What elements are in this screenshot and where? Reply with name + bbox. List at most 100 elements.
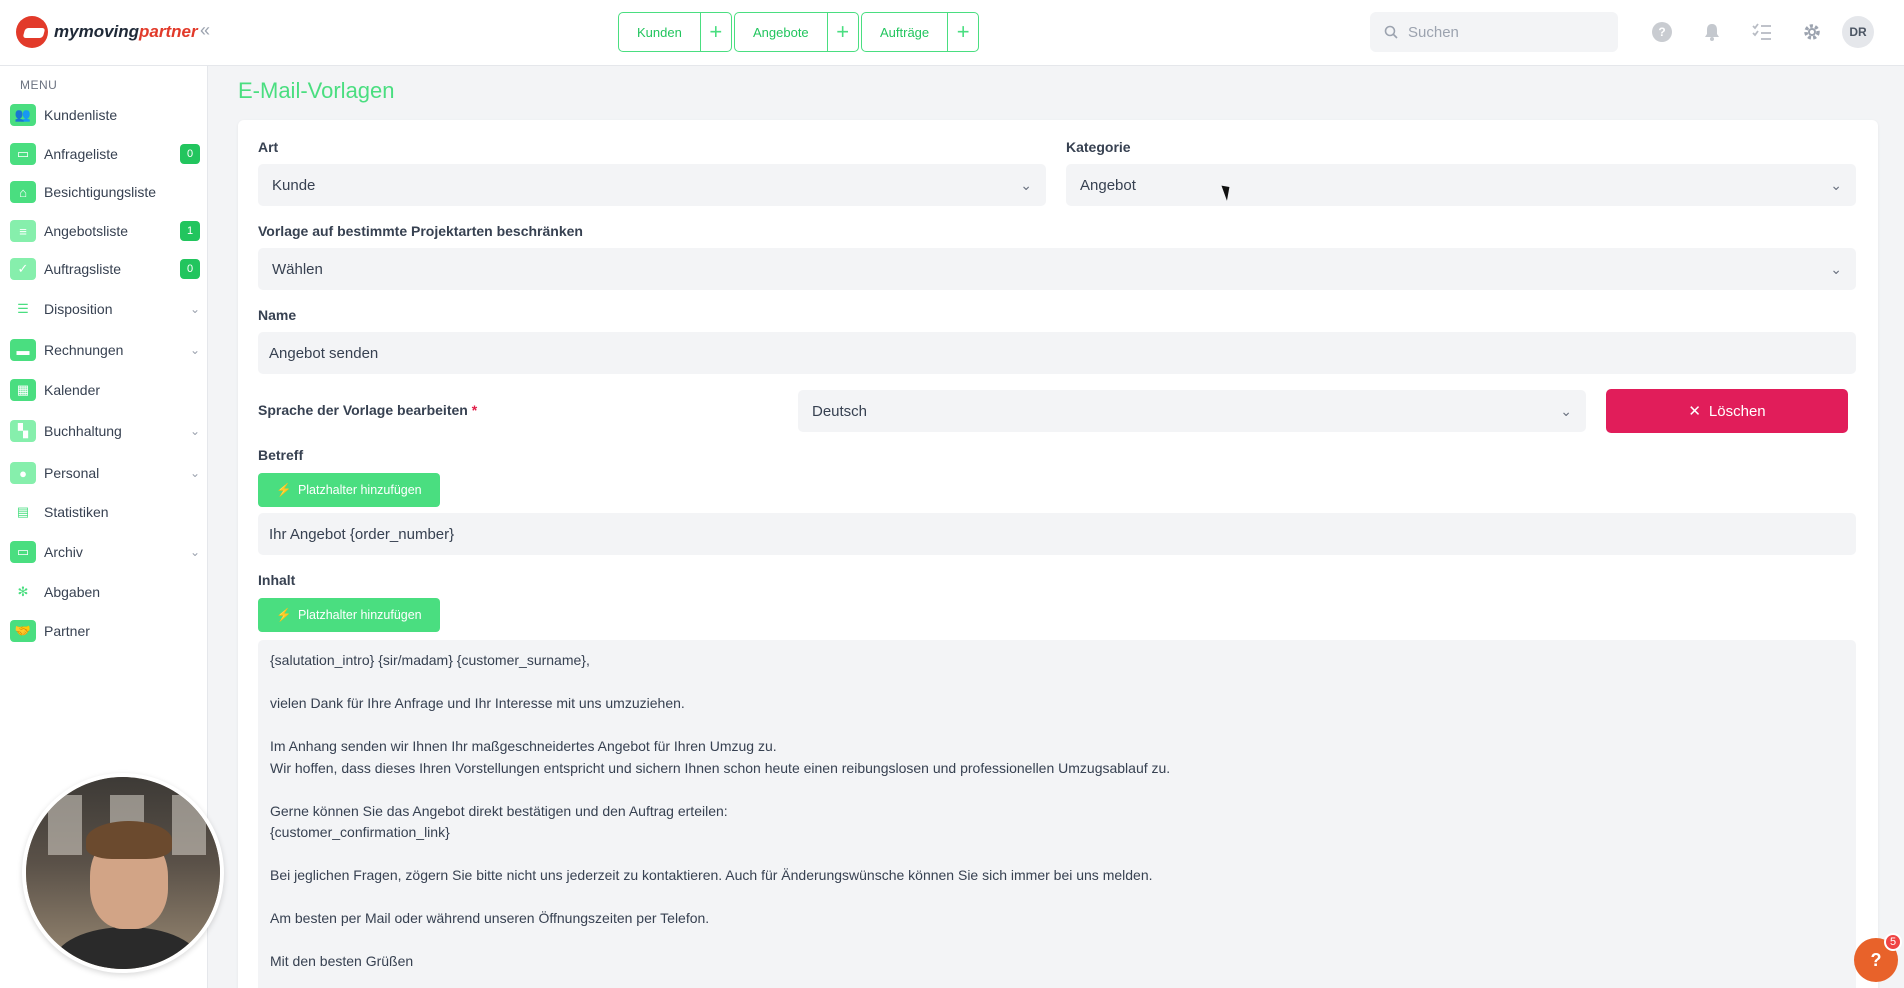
inbox-icon: ▭ bbox=[10, 143, 36, 165]
gantt-icon: ☰ bbox=[10, 298, 36, 320]
money-icon: ▬ bbox=[10, 339, 36, 361]
user-avatar[interactable]: DR bbox=[1842, 16, 1874, 48]
sidebar-item-label: Partner bbox=[44, 623, 90, 639]
person-icon: ● bbox=[10, 462, 36, 484]
sidebar-item-buchhaltung[interactable]: ▚ Buchhaltung ⌄ bbox=[10, 417, 200, 445]
add-placeholder-label: Platzhalter hinzufügen bbox=[297, 608, 422, 622]
sidebar-item-kundenliste[interactable]: 👥 Kundenliste bbox=[10, 101, 200, 129]
add-kunde-icon[interactable]: + bbox=[701, 13, 731, 51]
quick-auftraege-button[interactable]: Aufträge bbox=[862, 13, 949, 51]
chart-icon: ▤ bbox=[10, 501, 36, 523]
webcam-overlay bbox=[22, 773, 224, 973]
art-label: Art bbox=[258, 139, 279, 155]
restrict-label: Vorlage auf bestimmte Projektarten besch… bbox=[258, 223, 583, 239]
sidebar-item-label: Archiv bbox=[44, 544, 83, 560]
content-line: Bei jeglichen Fragen, zögern Sie bitte n… bbox=[270, 867, 1153, 883]
projektarten-value: Wählen bbox=[272, 260, 323, 278]
quick-auftraege: Aufträge + bbox=[861, 12, 980, 52]
sidebar-item-label: Besichtigungsliste bbox=[44, 184, 157, 200]
sidebar-item-rechnungen[interactable]: ▬ Rechnungen ⌄ bbox=[10, 336, 200, 364]
add-placeholder-inhalt-button[interactable]: ⚡ Platzhalter hinzufügen bbox=[258, 598, 440, 632]
name-value: Angebot senden bbox=[269, 344, 379, 362]
logo-text: mymovingpartner bbox=[54, 22, 198, 41]
name-input[interactable]: Angebot senden bbox=[258, 332, 1856, 374]
add-angebot-icon[interactable]: + bbox=[828, 13, 858, 51]
gear-icon[interactable] bbox=[1802, 22, 1822, 42]
chevron-down-icon: ⌄ bbox=[189, 545, 200, 559]
chevron-down-icon: ⌄ bbox=[1830, 260, 1842, 277]
projektarten-select[interactable]: Wählen ⌄ bbox=[258, 248, 1856, 290]
search-input[interactable]: Suchen bbox=[1370, 12, 1618, 52]
search-icon bbox=[1384, 25, 1398, 39]
sidebar-item-angebotsliste[interactable]: ≡ Angebotsliste 1 bbox=[10, 217, 200, 245]
tasks-icon[interactable] bbox=[1752, 22, 1772, 42]
betreff-input[interactable]: Ihr Angebot {order_number} bbox=[258, 513, 1856, 555]
delete-button[interactable]: ✕ Löschen bbox=[1606, 389, 1848, 433]
add-placeholder-betreff-button[interactable]: ⚡ Platzhalter hinzufügen bbox=[258, 473, 440, 507]
inhalt-editor[interactable]: {salutation_intro} {sir/madam} {customer… bbox=[258, 640, 1856, 988]
quick-angebote-button[interactable]: Angebote bbox=[735, 13, 828, 51]
quick-angebote: Angebote + bbox=[734, 12, 859, 52]
clipboard-icon: ✓ bbox=[10, 258, 36, 280]
notification-badge: 5 bbox=[1884, 933, 1902, 951]
sidebar-item-label: Rechnungen bbox=[44, 342, 124, 358]
app-logo[interactable]: mymovingpartner bbox=[16, 14, 198, 50]
language-value: Deutsch bbox=[812, 402, 868, 420]
help-icon[interactable]: ? bbox=[1652, 22, 1672, 42]
quick-kunden-button[interactable]: Kunden bbox=[619, 13, 701, 51]
sidebar-item-statistiken[interactable]: ▤ Statistiken bbox=[10, 498, 200, 526]
chevron-down-icon: ⌄ bbox=[189, 343, 200, 357]
count-badge: 1 bbox=[180, 221, 200, 241]
content-line: Am besten per Mail oder während unseren … bbox=[270, 910, 710, 926]
sidebar-item-label: Disposition bbox=[44, 301, 113, 317]
sidebar-item-personal[interactable]: ● Personal ⌄ bbox=[10, 459, 200, 487]
sidebar-item-anfrageliste[interactable]: ▭ Anfrageliste 0 bbox=[10, 140, 200, 168]
grid-icon: ▚ bbox=[10, 420, 36, 442]
sidebar-item-label: Kalender bbox=[44, 382, 101, 398]
email-template-form: Art Kunde ⌄ Kategorie Angebot ⌄ Vorlage … bbox=[238, 120, 1878, 988]
sidebar-item-label: Auftragsliste bbox=[44, 261, 122, 277]
count-badge: 0 bbox=[180, 259, 200, 279]
chevron-down-icon: ⌄ bbox=[189, 302, 200, 316]
count-badge: 0 bbox=[180, 144, 200, 164]
sidebar-item-disposition[interactable]: ☰ Disposition ⌄ bbox=[10, 295, 200, 323]
required-mark: * bbox=[471, 402, 478, 418]
search-placeholder: Suchen bbox=[1408, 23, 1459, 41]
sidebar-item-kalender[interactable]: ▦ Kalender bbox=[10, 376, 200, 404]
kategorie-value: Angebot bbox=[1080, 176, 1136, 194]
content-line: Im Anhang senden wir Ihnen Ihr maßgeschn… bbox=[270, 738, 777, 754]
house-icon: ⌂ bbox=[10, 181, 36, 203]
add-auftrag-icon[interactable]: + bbox=[948, 13, 978, 51]
name-label: Name bbox=[258, 307, 297, 323]
art-value: Kunde bbox=[272, 176, 316, 194]
archive-icon: ▭ bbox=[10, 541, 36, 563]
kategorie-select[interactable]: Angebot ⌄ bbox=[1066, 164, 1856, 206]
inhalt-label: Inhalt bbox=[258, 572, 296, 588]
sidebar-item-label: Anfrageliste bbox=[44, 146, 118, 162]
language-label: Sprache der Vorlage bearbeiten * bbox=[258, 402, 478, 418]
chevron-down-icon: ⌄ bbox=[1020, 176, 1032, 193]
chevron-down-icon: ⌄ bbox=[189, 466, 200, 480]
page-title: E-Mail-Vorlagen bbox=[238, 78, 395, 103]
sidebar-item-label: Buchhaltung bbox=[44, 423, 122, 439]
delete-label: Löschen bbox=[1708, 402, 1766, 420]
bell-icon[interactable] bbox=[1702, 22, 1722, 42]
sidebar-item-besichtigungsliste[interactable]: ⌂ Besichtigungsliste bbox=[10, 178, 200, 206]
sidebar-item-partner[interactable]: 🤝 Partner bbox=[10, 617, 200, 645]
lightning-icon: ⚡ bbox=[276, 607, 292, 622]
sidebar-item-label: Personal bbox=[44, 465, 100, 481]
chevron-down-icon: ⌄ bbox=[189, 424, 200, 438]
sidebar-item-auftragsliste[interactable]: ✓ Auftragsliste 0 bbox=[10, 255, 200, 283]
collapse-sidebar-icon[interactable]: « bbox=[200, 20, 210, 41]
chevron-down-icon: ⌄ bbox=[1560, 402, 1572, 419]
content-line: {salutation_intro} {sir/madam} {customer… bbox=[270, 652, 590, 668]
logo-icon bbox=[16, 16, 48, 48]
art-select[interactable]: Kunde ⌄ bbox=[258, 164, 1046, 206]
sidebar-item-archiv[interactable]: ▭ Archiv ⌄ bbox=[10, 538, 200, 566]
handshake-icon: 🤝 bbox=[10, 620, 36, 642]
content-line: {customer_confirmation_link} bbox=[270, 824, 450, 840]
kategorie-label: Kategorie bbox=[1066, 139, 1131, 155]
sidebar-item-label: Abgaben bbox=[44, 584, 101, 600]
sidebar-item-abgaben[interactable]: ✻ Abgaben bbox=[10, 578, 200, 606]
language-select[interactable]: Deutsch ⌄ bbox=[798, 390, 1586, 432]
